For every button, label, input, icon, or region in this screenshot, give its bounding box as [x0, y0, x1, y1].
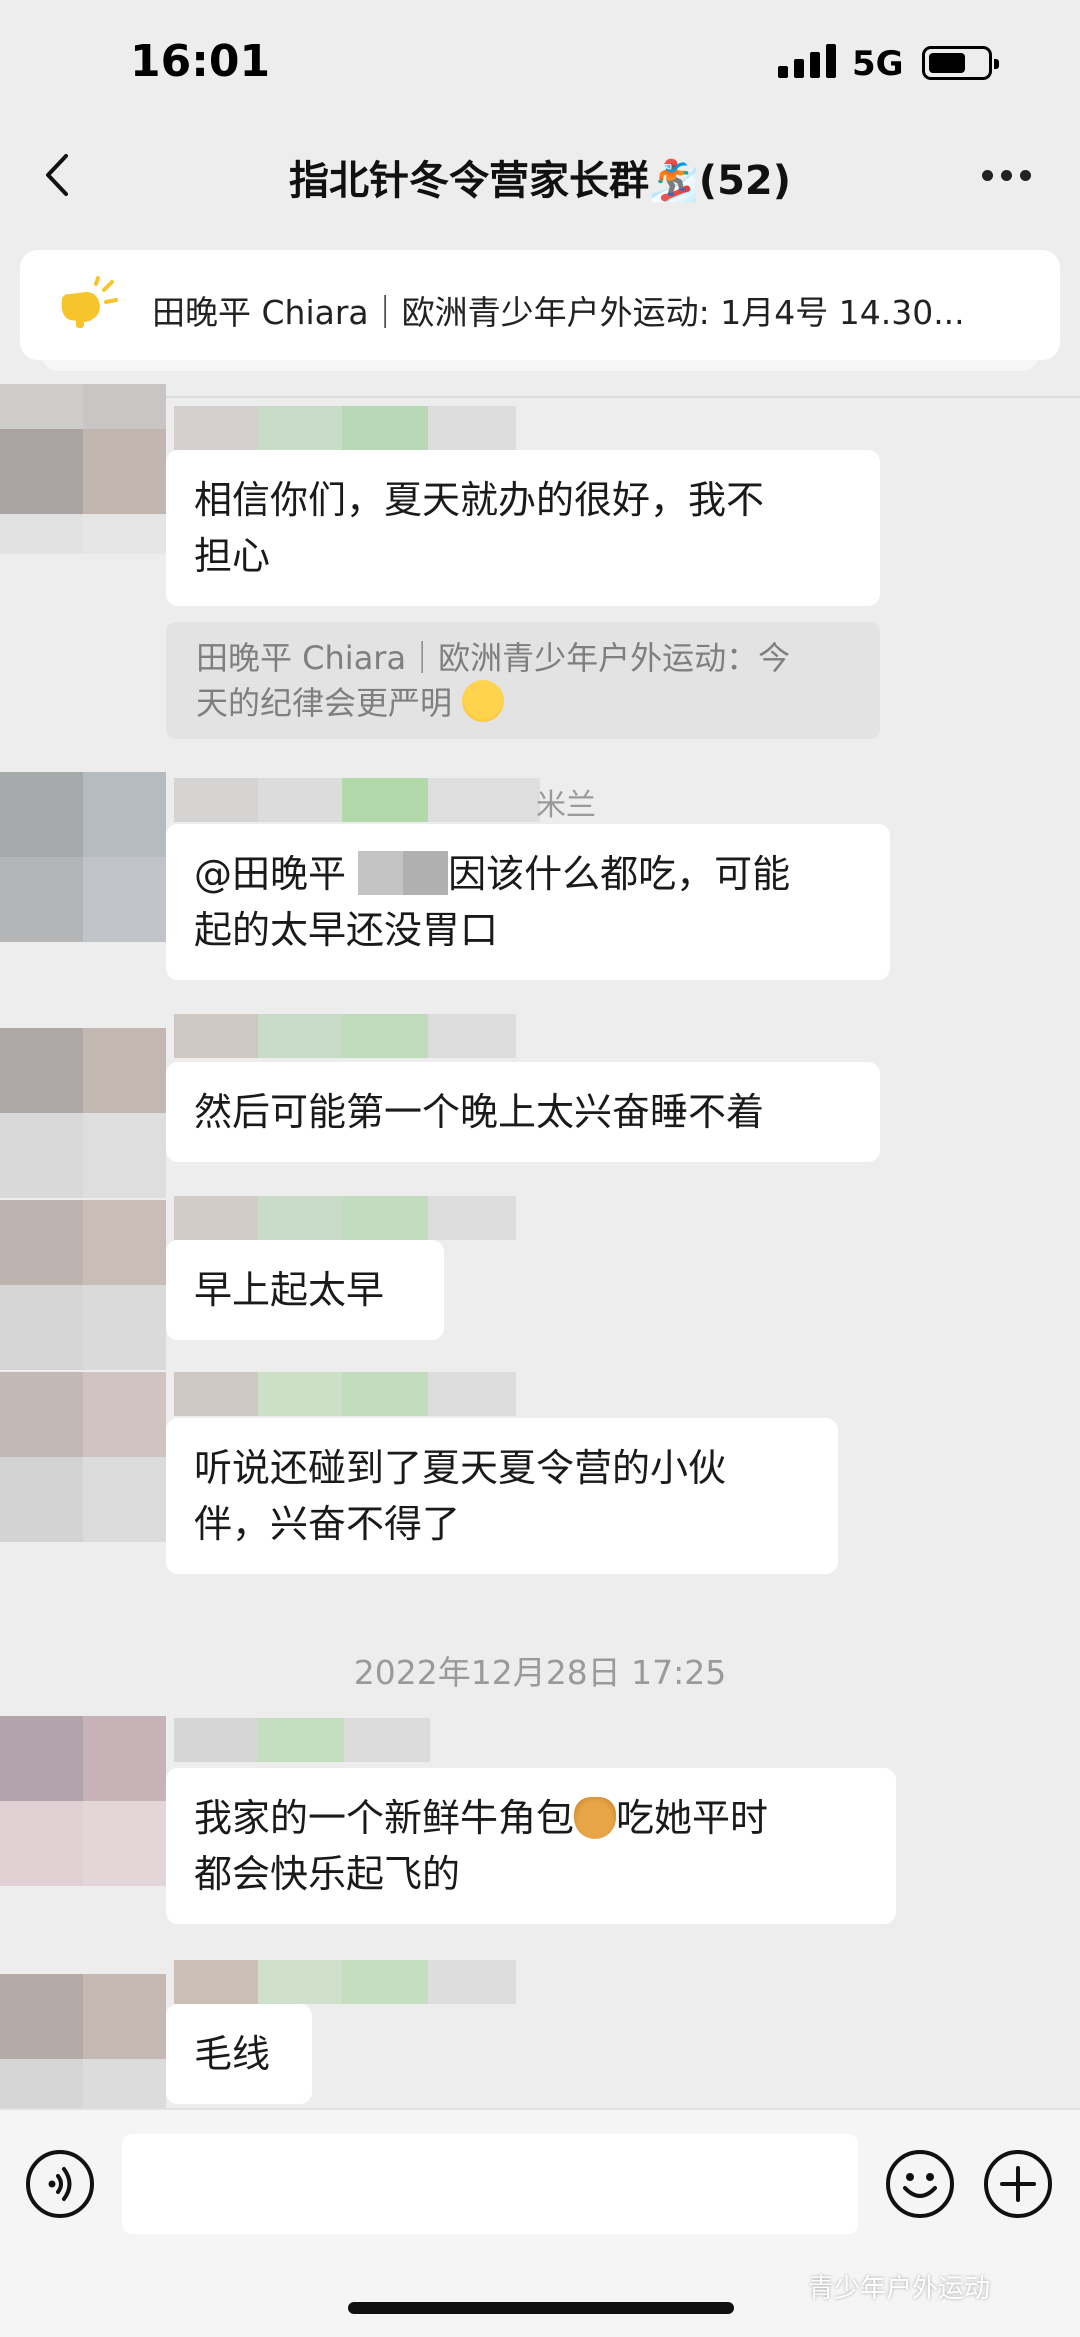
network-label: 5G	[852, 44, 904, 84]
message-bubble[interactable]: 然后可能第一个晚上太兴奋睡不着	[166, 1062, 880, 1162]
quoted-message[interactable]: 田晚平 Chiara｜欧洲青少年户外运动：今 天的纪律会更严明	[166, 622, 880, 739]
sender-name-redacted	[174, 778, 540, 822]
status-bar: 16:01 5G	[0, 0, 1080, 120]
home-indicator[interactable]	[348, 2302, 734, 2314]
avatar[interactable]	[0, 1200, 166, 1370]
message-text: 早上起太早	[194, 1268, 385, 1312]
message-text: 伴，兴奋不得了	[194, 1502, 461, 1546]
more-icon[interactable]	[982, 170, 1032, 184]
sender-name-redacted	[174, 1960, 516, 2004]
message-text: 我家的一个新鲜牛角包	[194, 1796, 575, 1840]
message-timestamp: 2022年12月28日 17:25	[353, 1653, 727, 1692]
grinning-sweat-emoji	[462, 680, 505, 722]
quote-text: 天的纪律会更严明	[196, 684, 453, 722]
pinned-notice[interactable]: 田晚平 Chiara｜欧洲青少年户外运动: 1月4号 14.30...	[20, 250, 1060, 360]
sender-name-redacted	[174, 1196, 516, 1240]
status-time: 16:01	[130, 36, 271, 87]
sender-name-redacted	[174, 406, 516, 450]
message-text: 起的太早还没胃口	[194, 908, 499, 952]
chat-title: 指北针冬令营家长群🏂(52)	[288, 158, 792, 204]
watermark-text: 青少年户外运动	[808, 2274, 991, 2304]
sender-name-suffix: 米兰	[536, 788, 596, 823]
sender-name-redacted	[174, 1372, 516, 1416]
mention-text: @田晚平	[194, 852, 347, 896]
message-bubble[interactable]: 我家的一个新鲜牛角包 吃她平时 都会快乐起飞的	[166, 1768, 896, 1924]
battery-icon	[922, 46, 999, 80]
sender-name-redacted	[174, 1014, 516, 1058]
message-input[interactable]	[122, 2134, 858, 2234]
plus-icon[interactable]	[984, 2150, 1052, 2218]
message-text: 吃她平时	[616, 1796, 769, 1840]
redacted-mosaic	[358, 851, 449, 895]
message-bubble[interactable]: 听说还碰到了夏天夏令营的小伙 伴，兴奋不得了	[166, 1418, 838, 1574]
croissant-emoji	[574, 1797, 617, 1839]
message-bubble[interactable]: 毛线	[166, 2004, 312, 2104]
message-text: 相信你们，夏天就办的很好，我不	[194, 478, 765, 522]
chat-header: 指北针冬令营家长群🏂(52)	[0, 120, 1080, 230]
message-bubble[interactable]: 早上起太早	[166, 1240, 444, 1340]
avatar[interactable]	[0, 772, 166, 942]
message-bubble[interactable]: @田晚平 因该什么都吃，可能 起的太早还没胃口	[166, 824, 890, 980]
message-text: 担心	[194, 534, 271, 578]
quote-text: 田晚平 Chiara｜欧洲青少年户外运动：今	[196, 639, 791, 677]
avatar[interactable]	[0, 1028, 166, 1198]
message-bubble[interactable]: 相信你们，夏天就办的很好，我不 担心	[166, 450, 880, 606]
message-text: 都会快乐起飞的	[194, 1852, 461, 1896]
avatar[interactable]	[0, 384, 166, 554]
message-text: 毛线	[194, 2032, 271, 2076]
emoji-icon[interactable]	[886, 2150, 954, 2218]
message-text: 听说还碰到了夏天夏令营的小伙	[194, 1446, 727, 1490]
sender-name-redacted	[174, 1718, 430, 1762]
avatar[interactable]	[0, 1372, 166, 1542]
message-text: 因该什么都吃，可能	[448, 852, 791, 896]
signal-icon	[778, 44, 836, 78]
avatar[interactable]	[0, 1716, 166, 1886]
voice-icon[interactable]	[26, 2150, 94, 2218]
pinned-notice-text: 田晚平 Chiara｜欧洲青少年户外运动: 1月4号 14.30...	[152, 293, 965, 332]
megaphone-icon	[61, 276, 118, 328]
message-text: 然后可能第一个晚上太兴奋睡不着	[194, 1090, 765, 1134]
